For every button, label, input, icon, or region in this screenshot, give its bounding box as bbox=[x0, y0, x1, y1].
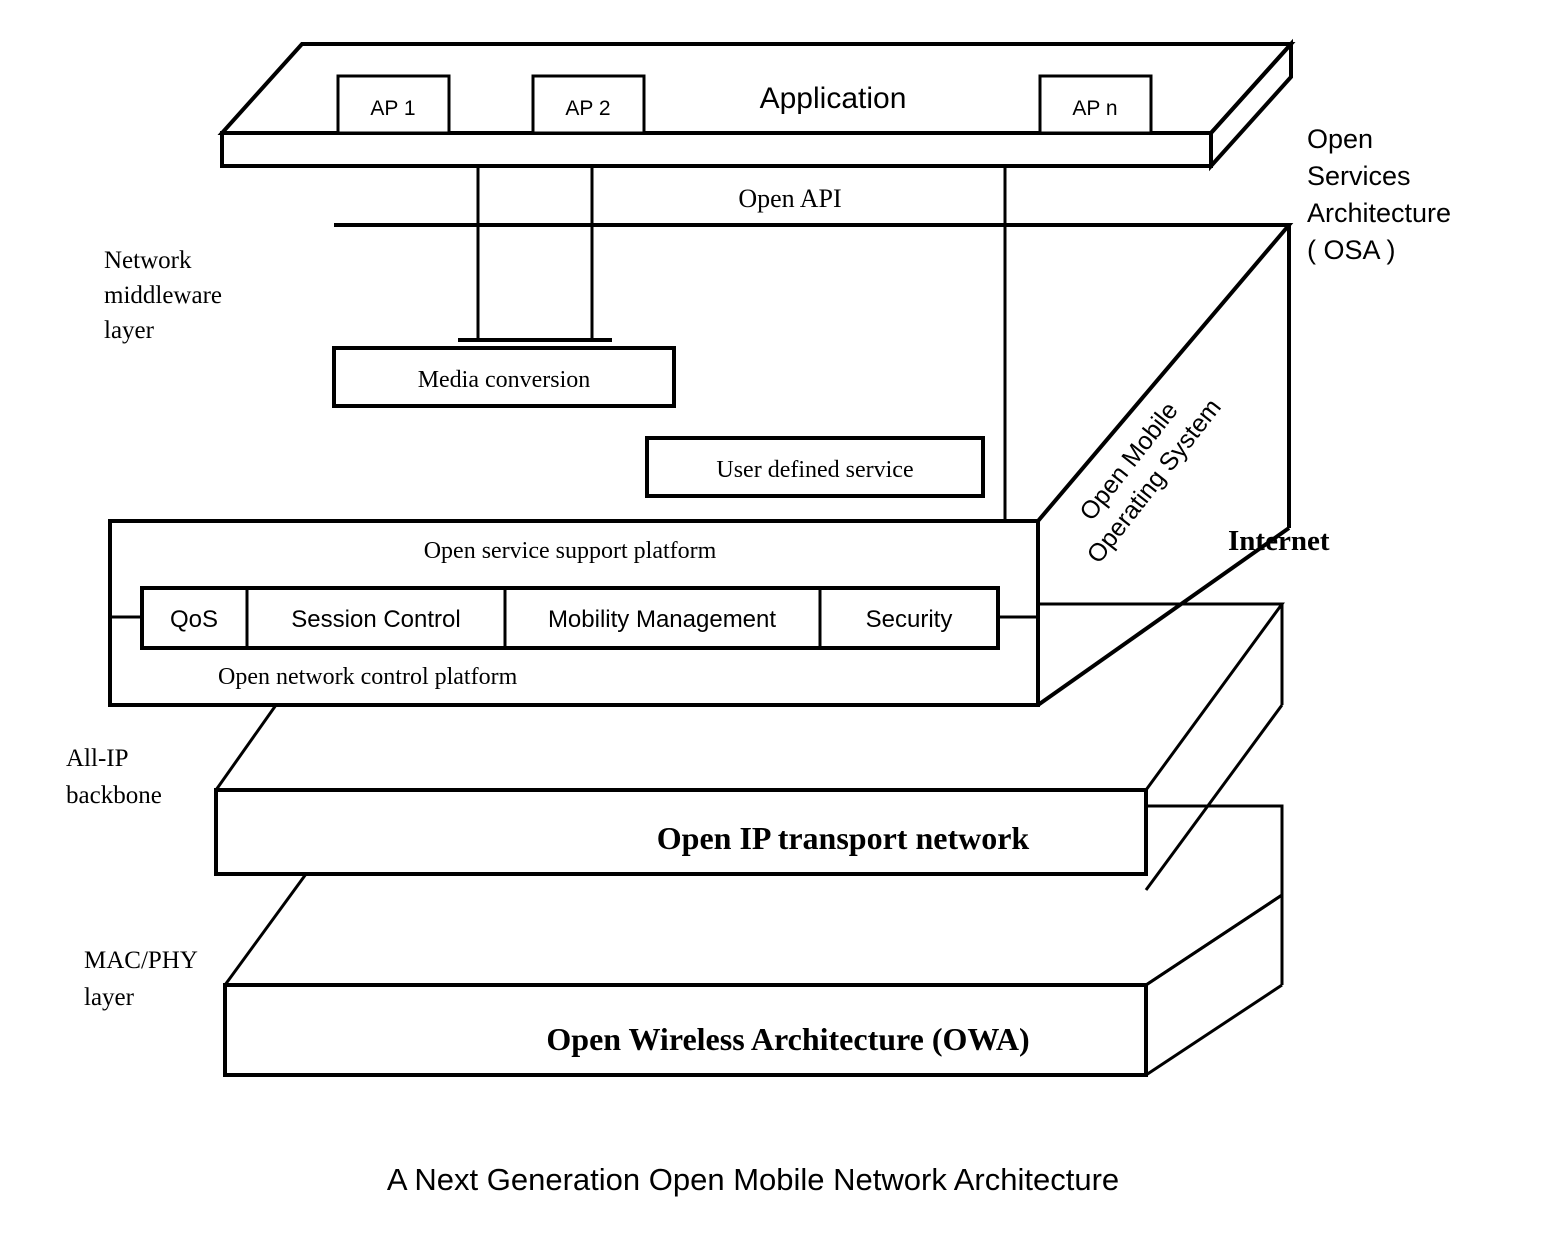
application-layer-title: Application bbox=[760, 82, 907, 115]
open-ip-transport-network-label: Open IP transport network bbox=[657, 820, 1030, 856]
access-point-label-2: AP 2 bbox=[565, 97, 610, 120]
transport-side-label-line-1: All-IP bbox=[66, 745, 129, 772]
transport-side-label-line-2: backbone bbox=[66, 782, 162, 809]
media-conversion-label: Media conversion bbox=[418, 367, 591, 393]
physical-side-label-line-2: layer bbox=[84, 984, 135, 1011]
lower-wedge-group bbox=[1145, 804, 1284, 987]
physical-layer-group: Open Wireless Architecture (OWA) MAC/PHY… bbox=[84, 873, 1284, 1077]
internet-wedge-top-face bbox=[1038, 602, 1285, 792]
access-point-label-3: AP n bbox=[1072, 97, 1117, 120]
application-slab-right-face bbox=[1209, 38, 1293, 172]
transport-layer-group: Open IP transport network All-IP backbon… bbox=[66, 704, 1148, 876]
application-layer-group: AP 1 AP 2 AP n Application bbox=[217, 38, 1296, 172]
open-service-support-platform-label: Open service support platform bbox=[424, 538, 717, 564]
lower-wedge-top-diagonal-helper bbox=[1146, 806, 1282, 874]
architecture-svg: AP 1 AP 2 AP n Application Open API Medi… bbox=[66, 38, 1451, 1197]
internet-label: Internet bbox=[1228, 525, 1330, 557]
open-api-label: Open API bbox=[738, 184, 841, 213]
access-point-label-1: AP 1 bbox=[370, 97, 415, 120]
control-function-label-security: Security bbox=[866, 606, 953, 633]
physical-slab-top-right-diagonal bbox=[1145, 893, 1283, 987]
figure-caption: A Next Generation Open Mobile Network Ar… bbox=[387, 1162, 1119, 1197]
physical-slab-left-diagonal bbox=[223, 873, 308, 986]
user-defined-service-label: User defined service bbox=[716, 457, 913, 483]
osa-label-line-1: Open bbox=[1307, 124, 1373, 154]
physical-side-label-line-1: MAC/PHY bbox=[84, 947, 198, 974]
control-function-label-session-control: Session Control bbox=[291, 606, 460, 633]
osa-annotation-group: Open Services Architecture ( OSA ) bbox=[1307, 124, 1451, 265]
open-wireless-architecture-label: Open Wireless Architecture (OWA) bbox=[546, 1021, 1029, 1057]
physical-slab-bottom-right-diagonal bbox=[1145, 983, 1283, 1077]
open-network-control-platform-label: Open network control platform bbox=[218, 664, 518, 690]
osa-label-line-2: Services bbox=[1307, 161, 1411, 191]
transport-slab-left-diagonal bbox=[214, 704, 278, 791]
architecture-diagram: AP 1 AP 2 AP n Application Open API Medi… bbox=[0, 0, 1546, 1245]
application-slab-front-face bbox=[220, 131, 1213, 168]
middleware-side-label-line-2: middleware bbox=[104, 282, 222, 309]
lower-wedge-right-face bbox=[1145, 804, 1284, 987]
control-function-label-mobility-management: Mobility Management bbox=[548, 606, 776, 633]
osa-label-line-4: ( OSA ) bbox=[1307, 235, 1396, 265]
control-function-label-qos: QoS bbox=[170, 606, 218, 633]
osa-label-line-3: Architecture bbox=[1307, 198, 1451, 228]
middleware-side-label-line-1: Network bbox=[104, 247, 192, 274]
middleware-side-label-line-3: layer bbox=[104, 317, 155, 344]
